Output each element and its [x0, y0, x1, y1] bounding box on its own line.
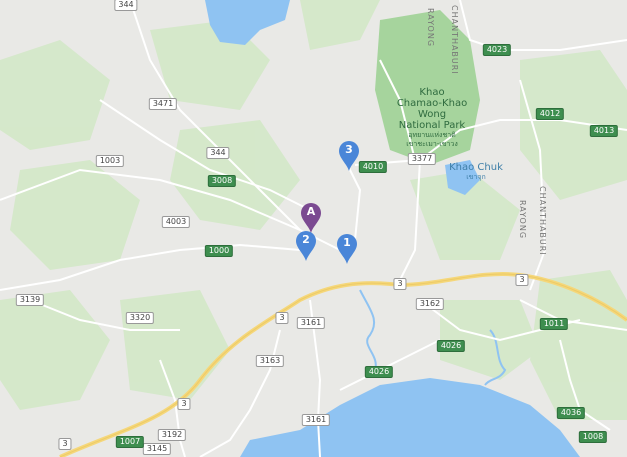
route-shield: 3161 — [296, 317, 326, 329]
route-shield: 3377 — [407, 153, 437, 165]
map-marker-3[interactable]: 3 — [338, 140, 360, 172]
route-shield: 3145 — [142, 443, 172, 455]
route-shield: 1007 — [115, 436, 145, 448]
khao-chuk-label[interactable]: Khao Chuk เขาจุก — [449, 162, 503, 182]
khao-chuk-thai: เขาจุก — [466, 173, 486, 181]
route-shield: 4026 — [364, 366, 394, 378]
marker-label: 2 — [302, 233, 310, 246]
route-shield: 4010 — [358, 161, 388, 173]
route-shield: 3 — [275, 312, 289, 324]
route-shield: 3 — [58, 438, 72, 450]
route-shield: 3 — [177, 398, 191, 410]
route-shield: 3008 — [207, 175, 237, 187]
park-name-line: Wong — [417, 109, 447, 120]
route-shield: 4026 — [436, 340, 466, 352]
route-shield: 4023 — [482, 44, 512, 56]
route-shield: 1008 — [578, 431, 608, 443]
route-shield: 344 — [114, 0, 138, 11]
road-name-label: RAYONG — [518, 200, 527, 240]
route-shield: 3192 — [157, 429, 187, 441]
route-shield: 3471 — [148, 98, 178, 110]
route-shield: 3 — [515, 274, 529, 286]
sea-water — [240, 378, 580, 457]
road-name-label: CHANTHABURI — [450, 5, 459, 75]
route-shield: 3162 — [415, 298, 445, 310]
khao-chuk-name: Khao Chuk — [449, 162, 503, 173]
route-shield: 3320 — [125, 312, 155, 324]
map-marker-2[interactable]: 2 — [295, 230, 317, 262]
road-name-label: RAYONG — [426, 8, 435, 48]
route-shield: 3 — [393, 278, 407, 290]
route-shield: 4003 — [161, 216, 191, 228]
route-shield: 1011 — [539, 318, 569, 330]
route-shield: 4036 — [556, 407, 586, 419]
route-shield: 3139 — [15, 294, 45, 306]
route-shield: 1000 — [204, 245, 234, 257]
map-canvas[interactable]: 344 3471 344 1003 3008 4003 1000 3139 33… — [0, 0, 627, 457]
park-name-line: Chamao-Khao — [396, 98, 468, 109]
route-shield: 3161 — [301, 414, 331, 426]
national-park-label[interactable]: Khao Chamao-Khao Wong National Park อุทย… — [397, 87, 467, 149]
route-shield: 1003 — [95, 155, 125, 167]
road-name-label: CHANTHABURI — [538, 186, 547, 256]
map-marker-1[interactable]: 1 — [336, 233, 358, 265]
park-thai-line: อุทยานแห่งชาติ — [408, 131, 456, 139]
route-shield: 4013 — [589, 125, 619, 137]
marker-label: 1 — [343, 236, 351, 249]
route-shield: 344 — [206, 147, 230, 159]
route-shield: 4012 — [535, 108, 565, 120]
park-thai-line: เขาชะเมา-เขาวง — [406, 140, 458, 148]
marker-label: A — [306, 205, 316, 218]
marker-label: 3 — [345, 143, 353, 156]
park-name-line: National Park — [398, 120, 466, 131]
park-name-line: Khao — [419, 87, 445, 98]
route-shield: 3163 — [255, 355, 285, 367]
